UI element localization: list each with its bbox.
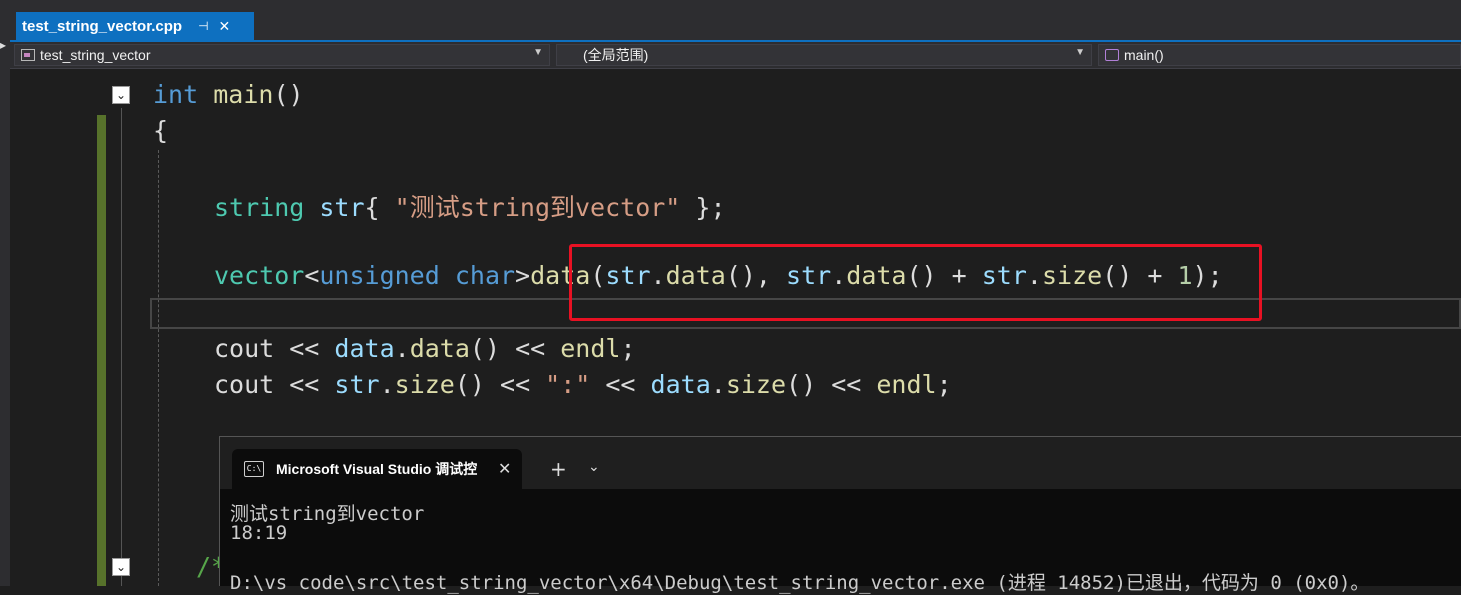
collapse-toggle-main[interactable]: ⌄ bbox=[112, 86, 130, 104]
console-icon: C:\ bbox=[244, 461, 264, 477]
paren: () << bbox=[469, 334, 561, 363]
dot: . bbox=[394, 334, 410, 363]
chevron-down-icon[interactable]: ⌄ bbox=[588, 459, 600, 475]
close-icon[interactable]: ✕ bbox=[498, 459, 511, 479]
var-str: str bbox=[319, 193, 365, 222]
navigation-bar: test_string_vector ▼ (全局范围) ▼ main() bbox=[10, 42, 1461, 69]
terminal-output-line: D:\vs code\src\test_string_vector\x64\De… bbox=[230, 572, 1370, 594]
terminal-title: Microsoft Visual Studio 调试控 bbox=[276, 461, 478, 477]
new-tab-button[interactable]: + bbox=[550, 457, 567, 481]
statement-end: ; bbox=[936, 370, 952, 399]
project-label: test_string_vector bbox=[40, 47, 151, 63]
project-dropdown[interactable]: test_string_vector ▼ bbox=[14, 44, 550, 66]
code-line-7[interactable]: cout << data.data() << endl; bbox=[214, 334, 636, 363]
scope-label: (全局范围) bbox=[583, 47, 649, 63]
code-line-1[interactable]: int main() bbox=[153, 80, 304, 109]
close-icon[interactable]: ✕ bbox=[219, 18, 231, 35]
dot: . bbox=[379, 370, 395, 399]
cout-expr: cout << bbox=[214, 334, 335, 363]
var-str: str bbox=[334, 370, 380, 399]
statement-end: ; bbox=[620, 334, 636, 363]
dot: . bbox=[710, 370, 726, 399]
tab-test-string-vector-cpp[interactable]: test_string_vector.cpp ⊣ ✕ bbox=[16, 12, 254, 40]
angle-open: < bbox=[304, 261, 320, 290]
code-line-3[interactable]: string str{ "测试string到vector" }; bbox=[214, 188, 726, 224]
operator: << bbox=[590, 370, 651, 399]
member-label: main() bbox=[1124, 47, 1164, 63]
brace-open: { bbox=[153, 116, 169, 145]
method-size: size bbox=[725, 370, 787, 399]
endl: endl bbox=[876, 370, 937, 399]
code-line-8[interactable]: cout << str.size() << ":" << data.size()… bbox=[214, 370, 952, 399]
paren: () << bbox=[786, 370, 877, 399]
outline-line bbox=[121, 108, 122, 586]
angle-close: > bbox=[515, 261, 531, 290]
type-vector: vector bbox=[214, 261, 305, 290]
chevron-down-icon[interactable]: ▼ bbox=[533, 47, 543, 58]
function-main: main bbox=[213, 80, 274, 109]
brace: { bbox=[364, 193, 395, 222]
terminal-output-line: 18:19 bbox=[230, 522, 288, 544]
endl: endl bbox=[560, 334, 621, 363]
method-size: size bbox=[394, 370, 455, 399]
change-tracking-bar bbox=[97, 115, 106, 586]
document-tab-bar: test_string_vector.cpp ⊣ ✕ bbox=[10, 0, 1461, 40]
scope-dropdown[interactable]: (全局范围) ▼ bbox=[556, 44, 1092, 66]
project-icon bbox=[21, 49, 35, 61]
chevron-icon: ▸ bbox=[0, 38, 7, 52]
method-icon bbox=[1105, 49, 1119, 61]
tab-title: test_string_vector.cpp bbox=[22, 17, 183, 35]
code-line-2[interactable]: { bbox=[153, 116, 168, 145]
var-data: data bbox=[650, 370, 711, 399]
parens: () bbox=[273, 80, 304, 109]
pin-icon[interactable]: ⊣ bbox=[198, 19, 208, 33]
type-string: string bbox=[214, 193, 305, 222]
collapse-toggle-comment[interactable]: ⌄ bbox=[112, 558, 130, 576]
chevron-down-icon[interactable]: ▼ bbox=[1075, 47, 1085, 58]
line-number-gutter bbox=[10, 69, 94, 586]
string-literal: ":" bbox=[545, 370, 591, 399]
statement-end: }; bbox=[680, 193, 726, 222]
cout-expr: cout << bbox=[214, 370, 335, 399]
keyword-unsigned-char: unsigned char bbox=[319, 261, 516, 290]
terminal-tab[interactable]: C:\ Microsoft Visual Studio 调试控 ✕ bbox=[232, 449, 522, 489]
member-dropdown[interactable]: main() bbox=[1098, 44, 1461, 66]
highlight-annotation-box bbox=[569, 244, 1262, 321]
debug-console-window[interactable]: C:\ Microsoft Visual Studio 调试控 ✕ + ⌄ 测试… bbox=[219, 436, 1461, 594]
var-data: data bbox=[334, 334, 395, 363]
method-data: data bbox=[409, 334, 470, 363]
keyword-int: int bbox=[153, 80, 199, 109]
indent-guide bbox=[158, 150, 159, 586]
string-literal: "测试string到vector" bbox=[394, 193, 681, 222]
terminal-tab-strip: C:\ Microsoft Visual Studio 调试控 ✕ + ⌄ bbox=[220, 437, 1461, 489]
paren: () << bbox=[454, 370, 546, 399]
